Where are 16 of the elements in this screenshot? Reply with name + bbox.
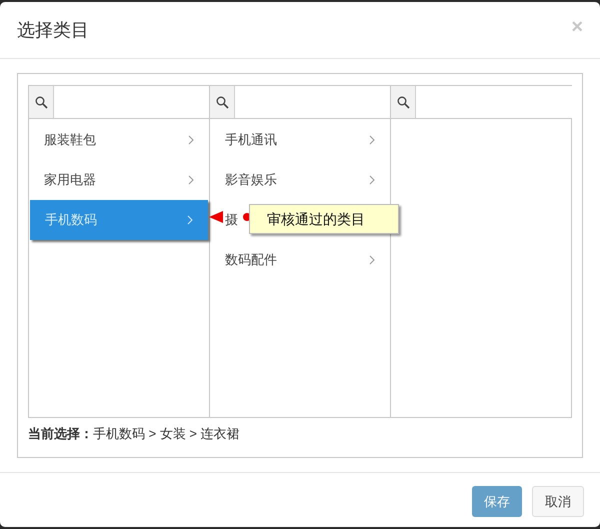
cancel-button[interactable]: 取消 [532,486,584,517]
dialog-title: 选择类目 [17,18,89,42]
search-icon [216,96,228,108]
category-item[interactable]: 手机通讯 [210,120,390,160]
search-icon [34,96,48,108]
category-tooltip: 审核通过的类目 [249,204,399,234]
search-field[interactable] [210,86,390,119]
category-item[interactable]: 数码配件 [210,240,390,280]
category-item[interactable]: 家用电器 [29,160,209,200]
pointer-icon [209,211,223,223]
search-field[interactable] [391,86,572,119]
current-selection: 当前选择：手机数码 > 女装 > 连衣裙 [28,425,241,443]
category-item[interactable]: 影音娱乐 [210,160,390,200]
search-field[interactable] [29,86,209,119]
category-item[interactable]: 服装鞋包 [29,120,209,160]
search-icon [396,96,410,108]
